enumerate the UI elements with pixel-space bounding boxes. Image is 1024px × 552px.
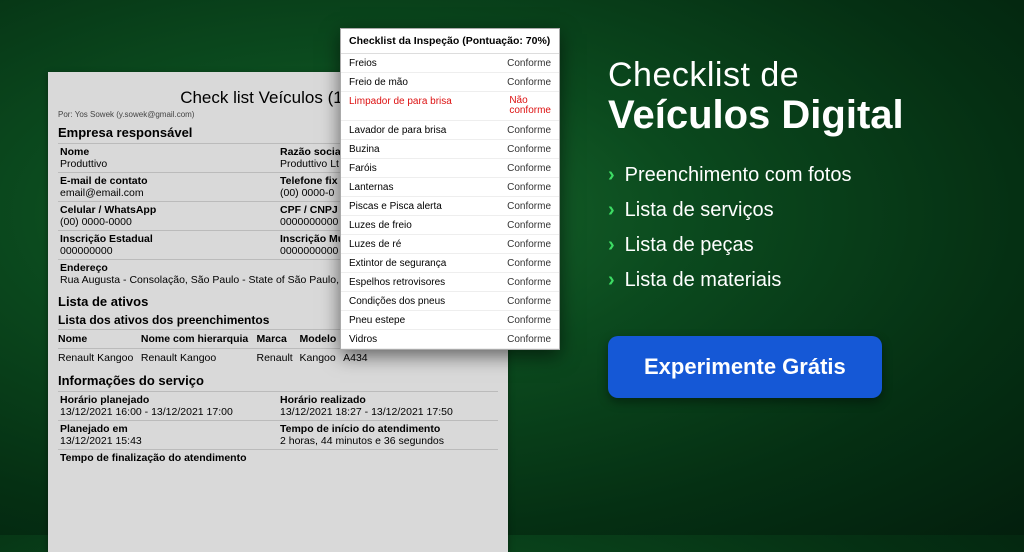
popup-row: Piscas e Pisca alerta Conforme [341,197,559,216]
value-email: email@email.com [60,187,276,199]
popup-row: Lanternas Conforme [341,178,559,197]
popup-item-status: Conforme [507,201,551,212]
popup-item-status: Conforme [507,163,551,174]
popup-row: Buzina Conforme [341,140,559,159]
popup-row: Faróis Conforme [341,159,559,178]
bullet-text: Lista de serviços [625,199,774,222]
popup-row: Freio de mão Conforme [341,73,559,92]
popup-item-name: Freio de mão [349,77,408,88]
bullet-text: Lista de peças [625,234,754,257]
col-marca: Marca [257,330,300,349]
bullet-item: › Lista de peças [608,234,998,257]
label-pe: Planejado em [60,423,276,435]
value-hp: 13/12/2021 16:00 - 13/12/2021 17:00 [60,406,276,418]
bullet-text: Preenchimento com fotos [625,164,852,187]
popup-item-status: Conforme [507,125,551,136]
popup-item-status: Conforme [507,182,551,193]
popup-item-status: Conforme [507,220,551,231]
popup-row: Limpador de para brisa Não conforme [341,92,559,121]
popup-row: Pneu estepe Conforme [341,311,559,330]
bullet-item: › Lista de serviços [608,199,998,222]
value-celular: (00) 0000-0000 [60,216,276,228]
bullet-list: › Preenchimento com fotos › Lista de servi… [608,164,998,292]
label-email: E-mail de contato [60,175,276,187]
popup-item-name: Espelhos retrovisores [349,277,445,288]
popup-row: Espelhos retrovisores Conforme [341,273,559,292]
bullet-item: › Preenchimento com fotos [608,164,998,187]
popup-item-name: Lavador de para brisa [349,125,446,136]
popup-item-status: Conforme [507,315,551,326]
popup-item-name: Condições dos pneus [349,296,445,307]
label-hp: Horário planejado [60,394,276,406]
popup-row: Extintor de segurança Conforme [341,254,559,273]
bullet-text: Lista de materiais [625,269,782,292]
popup-item-name: Luzes de freio [349,220,412,231]
value-ti: 2 horas, 44 minutos e 36 segundos [280,435,496,447]
chevron-right-icon: › [608,269,615,292]
label-celular: Celular / WhatsApp [60,204,276,216]
label-nome: Nome [60,146,276,158]
popup-item-status: Conforme [507,77,551,88]
popup-row: Lavador de para brisa Conforme [341,121,559,140]
popup-row: Luzes de freio Conforme [341,216,559,235]
label-ti: Tempo de início do atendimento [280,423,496,435]
popup-item-status: Conforme [507,334,551,345]
popup-item-name: Vidros [349,334,377,345]
popup-item-status: Conforme [507,144,551,155]
bullet-item: › Lista de materiais [608,269,998,292]
popup-item-name: Buzina [349,144,380,155]
label-hr: Horário realizado [280,394,496,406]
popup-item-status: Conforme [507,296,551,307]
popup-item-name: Piscas e Pisca alerta [349,201,442,212]
popup-item-name: Lanternas [349,182,393,193]
popup-title: Checklist da Inspeção (Pontuação: 70%) [341,29,559,54]
chevron-right-icon: › [608,164,615,187]
col-modelo: Modelo [300,330,344,349]
popup-item-name: Freios [349,58,377,69]
popup-item-name: Extintor de segurança [349,258,446,269]
table-row: Renault Kangoo Renault Kangoo Renault Ka… [58,349,498,368]
label-tf: Tempo de finalização do atendimento [60,452,496,464]
col-nome: Nome [58,330,141,349]
popup-item-name: Limpador de para brisa [349,96,452,117]
value-nome: Produttivo [60,158,276,170]
inspection-popup: Checklist da Inspeção (Pontuação: 70%) F… [340,28,560,350]
chevron-right-icon: › [608,199,615,222]
headline-line2: Veículos Digital [608,93,998,138]
popup-item-status: Não conforme [509,96,551,117]
chevron-right-icon: › [608,234,615,257]
headline-line1: Checklist de [608,56,998,95]
section-service: Informações do serviço [58,373,498,388]
value-pe: 13/12/2021 15:43 [60,435,276,447]
popup-item-status: Conforme [507,239,551,250]
popup-row: Condições dos pneus Conforme [341,292,559,311]
col-hierarquia: Nome com hierarquia [141,330,257,349]
value-hr: 13/12/2021 18:27 - 13/12/2021 17:50 [280,406,496,418]
popup-item-status: Conforme [507,58,551,69]
popup-item-status: Conforme [507,258,551,269]
popup-item-status: Conforme [507,277,551,288]
popup-row: Vidros Conforme [341,330,559,349]
popup-row: Freios Conforme [341,54,559,73]
cta-button[interactable]: Experimente Grátis [608,336,882,398]
popup-item-name: Pneu estepe [349,315,405,326]
popup-item-name: Faróis [349,163,377,174]
value-inscest: 000000000 [60,245,276,257]
marketing-panel: Checklist de Veículos Digital › Preenchim… [608,56,998,398]
popup-item-name: Luzes de ré [349,239,401,250]
popup-row: Luzes de ré Conforme [341,235,559,254]
label-inscest: Inscrição Estadual [60,233,276,245]
